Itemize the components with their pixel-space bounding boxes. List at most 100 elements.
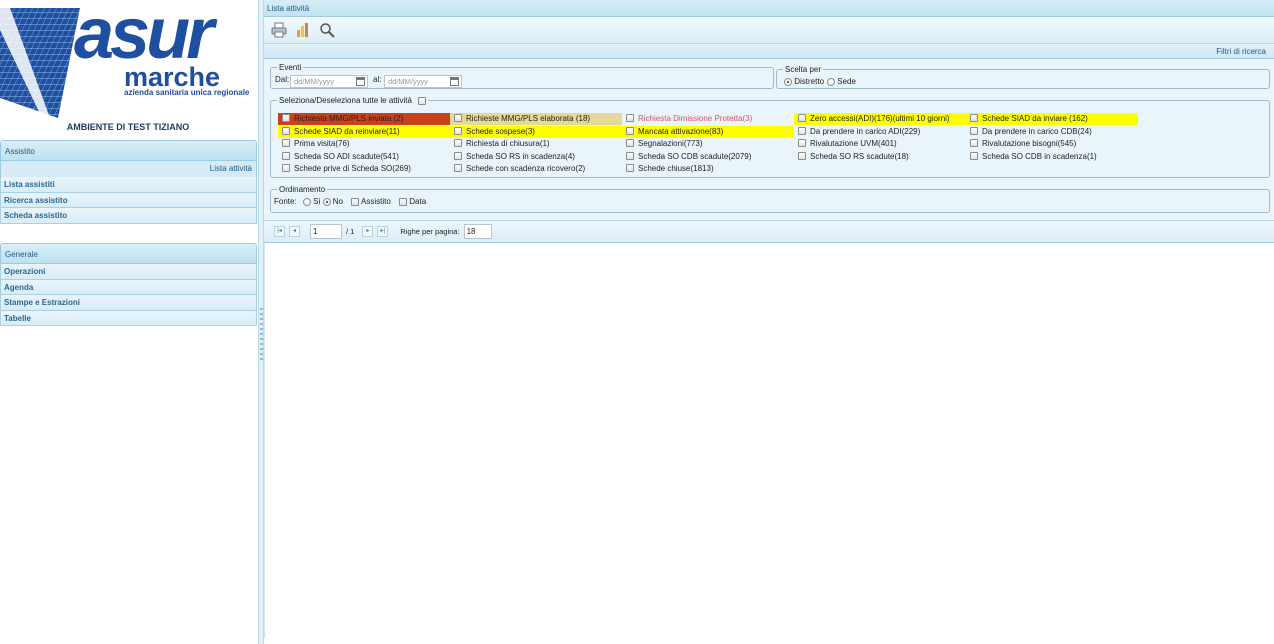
activity-label: Schede con scadenza ricovero(2) xyxy=(466,164,586,173)
activity-checkbox[interactable] xyxy=(970,139,978,147)
activity-richiesta-chiusura[interactable]: Richiesta di chiusura(1) xyxy=(450,138,622,150)
activity-checkbox[interactable] xyxy=(626,139,634,147)
activity-checkbox[interactable] xyxy=(970,151,978,160)
sidebar-item-tabelle[interactable]: Tabelle xyxy=(0,310,257,326)
next-page-icon[interactable]: ▸ xyxy=(362,226,374,237)
activity-richiesta-dimissione[interactable]: Richiesta Dimissione Protetta(3) xyxy=(622,113,794,125)
sidebar-item-ricerca-assistito[interactable]: Ricerca assistito xyxy=(0,192,257,208)
calendar-icon[interactable] xyxy=(356,77,365,86)
sidebar-item-operazioni[interactable]: Operazioni xyxy=(0,264,257,280)
radio-distretto[interactable]: Distretto xyxy=(784,77,824,86)
radio-sede-dot[interactable] xyxy=(827,77,835,86)
activity-checkbox[interactable] xyxy=(798,139,806,147)
activity-checkbox[interactable] xyxy=(282,151,290,160)
activity-label: Richiesta Dimissione Protetta(3) xyxy=(638,114,753,123)
sidebar-item-stampe[interactable]: Stampe e Estrazioni xyxy=(0,295,257,311)
activity-scadenza-ricovero[interactable]: Schede con scadenza ricovero(2) xyxy=(450,163,622,175)
activity-checkbox[interactable] xyxy=(626,126,634,135)
splitter-grip[interactable] xyxy=(260,308,263,360)
activity-checkbox[interactable] xyxy=(454,151,462,160)
activity-so-cdb-scadute[interactable]: Scheda SO CDB scadute(2079) xyxy=(622,151,794,163)
activity-rivalutazione-uvm[interactable]: Rivalutazione UVM(401) xyxy=(794,138,966,150)
main-content: Lista attività Filtri di ricerca Eventi … xyxy=(264,0,1274,644)
first-page-icon[interactable]: |◂ xyxy=(274,226,285,237)
rows-per-page-label: Righe per pagina: xyxy=(400,227,460,236)
fonte-label: Fonte: xyxy=(274,197,297,206)
left-panel: asur marche azienda sanitaria unica regi… xyxy=(0,0,258,644)
activity-schede-siad-reinviare[interactable]: Schede SIAD da reinviare(11) xyxy=(278,125,450,138)
activity-prendere-carico-cdb[interactable]: Da prendere in carico CDB(24) xyxy=(966,126,1138,138)
activity-mancata-attivazione[interactable]: Mancata attivazione(83) xyxy=(622,125,794,138)
export-icon[interactable] xyxy=(294,21,312,39)
activity-label: Mancata attivazione(83) xyxy=(638,126,724,136)
results-grid xyxy=(264,243,1274,638)
rows-per-page-input[interactable]: 18 xyxy=(463,224,492,239)
filters-panel: Eventi Dal: dd/MM/yyyy al: dd/MM/yyyy Sc… xyxy=(264,59,1274,221)
radio-distretto-dot[interactable] xyxy=(784,77,792,86)
radio-fonte-si[interactable] xyxy=(302,197,311,206)
activity-richieste-mmg-elaborata[interactable]: Richieste MMG/PLS elaborata (18) xyxy=(450,113,622,125)
activity-checkbox[interactable] xyxy=(282,126,290,135)
prev-page-icon[interactable]: ◂ xyxy=(289,226,300,237)
sidebar-item-lista-attivita[interactable]: Lista attività xyxy=(0,161,257,177)
activity-checkbox[interactable] xyxy=(798,151,806,160)
activity-checkbox[interactable] xyxy=(454,114,462,122)
activity-zero-accessi[interactable]: Zero accessi(ADI)(176)(ultimi 10 giorni) xyxy=(794,113,966,125)
dal-placeholder: dd/MM/yyyy xyxy=(294,77,335,86)
calendar-icon[interactable] xyxy=(450,77,459,86)
sidebar-item-agenda[interactable]: Agenda xyxy=(0,279,257,295)
activity-richiesta-mmg-inviata[interactable]: Richiesta MMG/PLS inviata (2) xyxy=(278,113,450,125)
checkbox-assistito[interactable] xyxy=(351,197,360,206)
radio-fonte-no[interactable] xyxy=(322,197,331,206)
activity-checkbox[interactable] xyxy=(454,126,462,135)
checkbox-assistito-label: Assistito xyxy=(361,197,391,206)
activity-segnalazioni[interactable]: Segnalazioni(773) xyxy=(622,138,794,150)
activity-so-cdb-scadenza[interactable]: Scheda SO CDB in scadenza(1) xyxy=(966,151,1138,163)
radio-fonte-si-label: Si xyxy=(313,197,321,206)
activity-checkbox[interactable] xyxy=(454,164,462,172)
radio-distretto-label: Distretto xyxy=(794,77,825,86)
radio-fonte-no-label: No xyxy=(332,197,343,206)
page-total: / 1 xyxy=(346,227,355,236)
activity-checkbox[interactable] xyxy=(282,164,290,172)
last-page-icon[interactable]: ▸| xyxy=(377,226,389,237)
activity-so-rs-scadute[interactable]: Scheda SO RS scadute(18) xyxy=(794,151,966,163)
activity-prima-visita[interactable]: Prima visita(76) xyxy=(278,138,450,150)
select-all-checkbox[interactable] xyxy=(418,96,427,105)
generale-header[interactable]: Generale xyxy=(0,243,257,264)
activity-checkbox[interactable] xyxy=(626,164,634,172)
activity-schede-sospese[interactable]: Schede sospese(3) xyxy=(450,125,622,138)
activity-checkbox[interactable] xyxy=(970,126,978,135)
activity-label: Da prendere in carico CDB(24) xyxy=(982,126,1092,136)
search-icon[interactable] xyxy=(318,21,336,39)
activity-checkbox[interactable] xyxy=(798,126,806,135)
activity-checkbox[interactable] xyxy=(970,114,978,122)
activity-so-rs-scadenza[interactable]: Scheda SO RS in scadenza(4) xyxy=(450,151,622,163)
filtri-di-ricerca-link[interactable]: Filtri di ricerca xyxy=(264,44,1274,59)
activity-so-adi-scadute[interactable]: Scheda SO ADI scadute(541) xyxy=(278,151,450,163)
checkbox-data[interactable] xyxy=(399,197,408,206)
activity-checkbox[interactable] xyxy=(282,139,290,147)
sidebar-item-scheda-assistito[interactable]: Scheda assistito xyxy=(0,208,257,224)
assistito-header[interactable]: Assistito xyxy=(0,140,257,161)
environment-title: AMBIENTE DI TEST TIZIANO xyxy=(66,122,190,132)
al-date-input[interactable]: dd/MM/yyyy xyxy=(384,75,462,88)
activity-schede-siad-inviare[interactable]: Schede SIAD da inviare (162) xyxy=(966,113,1138,125)
activity-checkbox[interactable] xyxy=(798,114,806,122)
al-label: al: xyxy=(373,75,382,84)
activity-checkbox[interactable] xyxy=(626,151,634,160)
dal-date-input[interactable]: dd/MM/yyyy xyxy=(290,75,368,88)
activity-checkbox[interactable] xyxy=(282,114,290,122)
activity-prendere-carico-adi[interactable]: Da prendere in carico ADI(229) xyxy=(794,126,966,138)
activity-schede-chiuse[interactable]: Schede chiuse(1813) xyxy=(622,163,794,175)
radio-sede[interactable]: Sede xyxy=(827,77,856,86)
sidebar-item-lista-assistiti[interactable]: Lista assistiti xyxy=(0,177,257,193)
attivita-legend: Seleziona/Deseleziona tutte le attività xyxy=(277,96,428,105)
page-input[interactable]: 1 xyxy=(310,224,342,239)
activity-label: Scheda SO RS scadute(18) xyxy=(810,151,909,161)
activity-checkbox[interactable] xyxy=(454,139,462,147)
activity-rivalutazione-bisogni[interactable]: Rivalutazione bisogni(545) xyxy=(966,138,1138,150)
activity-checkbox[interactable] xyxy=(626,114,634,122)
printer-icon[interactable] xyxy=(270,21,288,39)
activity-schede-prive-so[interactable]: Schede prive di Scheda SO(269) xyxy=(278,163,450,175)
